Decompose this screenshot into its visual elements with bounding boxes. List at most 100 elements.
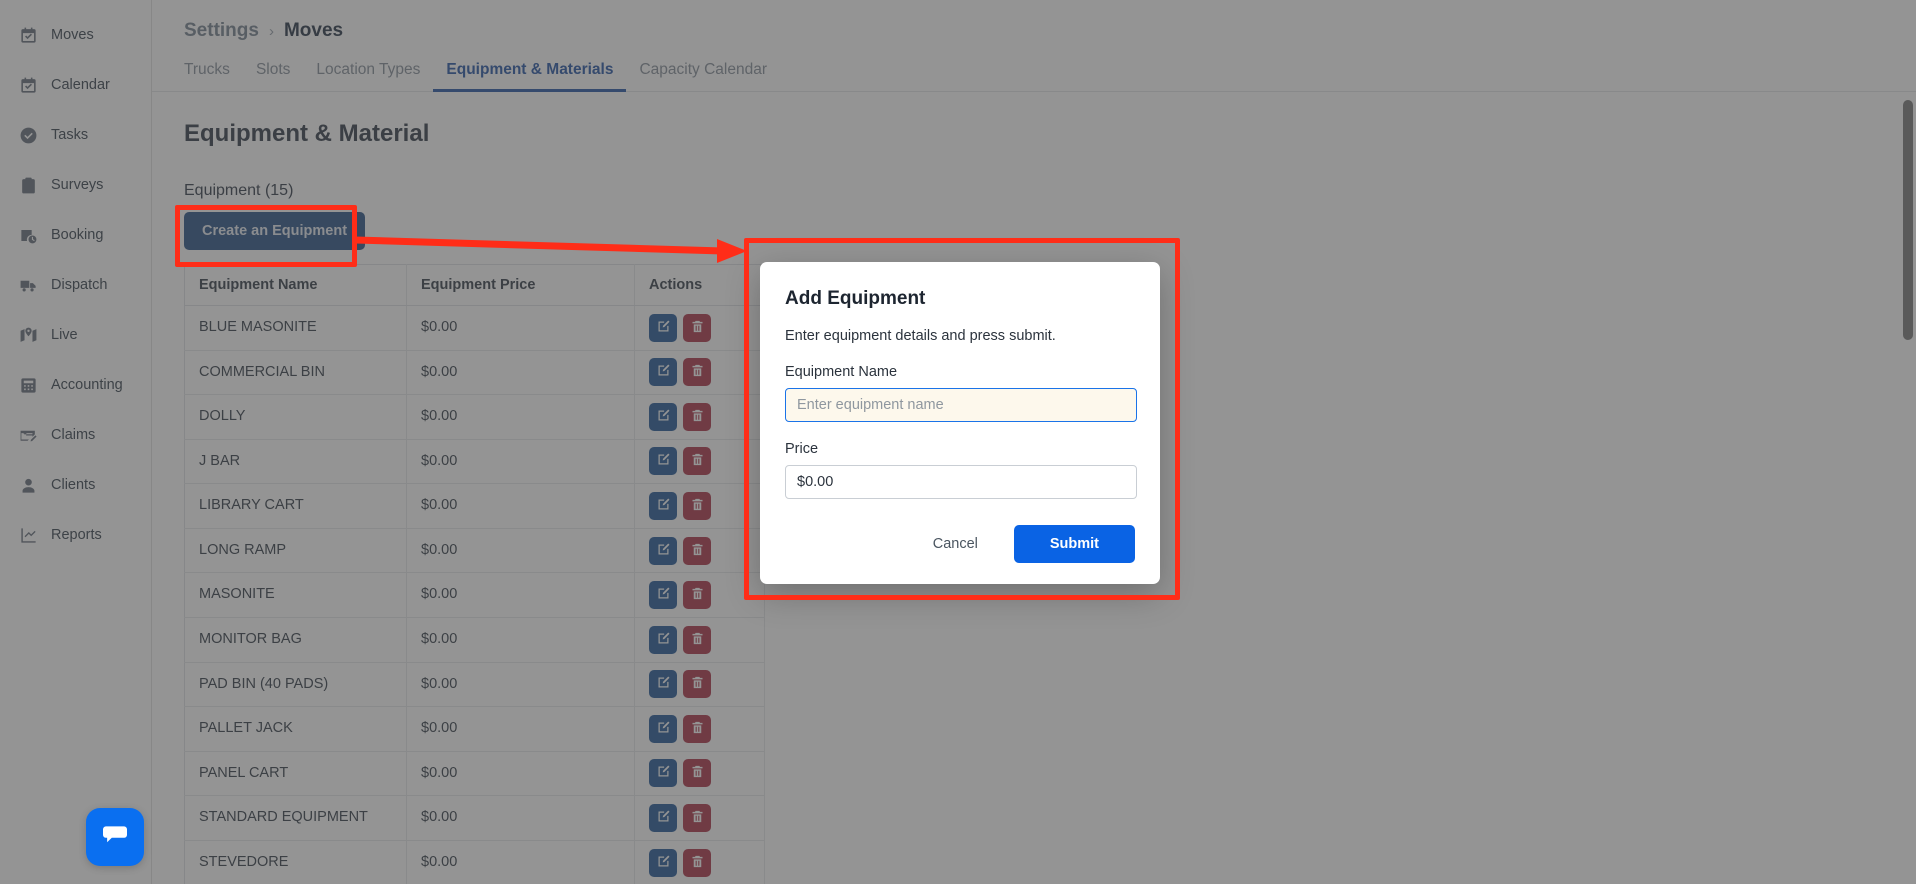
page-scrollbar[interactable] xyxy=(1902,92,1914,884)
cell-equipment-price: $0.00 xyxy=(406,572,635,618)
chevron-right-icon: › xyxy=(268,22,274,40)
cell-equipment-price: $0.00 xyxy=(406,439,635,485)
trash-icon xyxy=(690,363,705,381)
edit-icon xyxy=(656,497,671,515)
tab-location-types[interactable]: Location Types xyxy=(303,61,433,92)
sidebar-item-label: Reports xyxy=(51,527,102,543)
edit-row-button[interactable] xyxy=(649,536,677,565)
sidebar-item-label: Booking xyxy=(51,227,104,243)
cell-equipment-price: $0.00 xyxy=(406,394,635,440)
cell-actions xyxy=(634,662,765,708)
edit-row-button[interactable] xyxy=(649,625,677,654)
sidebar-item-label: Live xyxy=(51,327,78,343)
submit-button[interactable]: Submit xyxy=(1013,525,1135,563)
edit-icon xyxy=(656,720,671,738)
trash-icon xyxy=(690,497,705,515)
sidebar-item-reports[interactable]: Reports xyxy=(0,510,151,560)
delete-row-button[interactable] xyxy=(683,581,711,610)
edit-row-button[interactable] xyxy=(649,803,677,832)
edit-row-button[interactable] xyxy=(649,670,677,699)
table-row: LONG RAMP $0.00 xyxy=(184,528,765,574)
cell-equipment-price: $0.00 xyxy=(406,751,635,797)
cell-equipment-name: STANDARD EQUIPMENT xyxy=(184,795,407,841)
trash-icon xyxy=(690,809,705,827)
truck-icon xyxy=(18,275,39,296)
sidebar-item-label: Dispatch xyxy=(51,277,108,293)
chart-line-icon xyxy=(18,525,39,546)
cancel-button[interactable]: Cancel xyxy=(911,526,1000,562)
delete-row-button[interactable] xyxy=(683,492,711,521)
cell-actions xyxy=(634,617,765,663)
cell-actions xyxy=(634,795,765,841)
sidebar-item-surveys[interactable]: Surveys xyxy=(0,160,151,210)
sidebar-item-accounting[interactable]: Accounting xyxy=(0,360,151,410)
trash-icon xyxy=(690,319,705,337)
trash-icon xyxy=(690,675,705,693)
price-label: Price xyxy=(785,441,819,457)
tab-equipment-materials[interactable]: Equipment & Materials xyxy=(433,61,627,92)
sidebar-item-label: Calendar xyxy=(51,77,110,93)
tab-slots[interactable]: Slots xyxy=(243,61,303,92)
page-title: Equipment & Material xyxy=(184,120,430,147)
edit-icon xyxy=(656,319,671,337)
sidebar-item-calendar[interactable]: Calendar xyxy=(0,60,151,110)
chat-launcher-button[interactable] xyxy=(86,808,144,866)
sidebar-item-dispatch[interactable]: Dispatch xyxy=(0,260,151,310)
delete-row-button[interactable] xyxy=(683,803,711,832)
cell-actions xyxy=(634,840,765,884)
edit-row-button[interactable] xyxy=(649,848,677,877)
table-row: BLUE MASONITE $0.00 xyxy=(184,305,765,351)
delete-row-button[interactable] xyxy=(683,625,711,654)
sidebar-item-booking[interactable]: Booking xyxy=(0,210,151,260)
edit-row-button[interactable] xyxy=(649,492,677,521)
cell-equipment-name: PAD BIN (40 PADS) xyxy=(184,662,407,708)
trash-icon xyxy=(690,452,705,470)
edit-icon xyxy=(656,542,671,560)
table-row: MASONITE $0.00 xyxy=(184,572,765,618)
price-input[interactable] xyxy=(785,465,1137,499)
sidebar-item-claims[interactable]: Claims xyxy=(0,410,151,460)
scrollbar-thumb[interactable] xyxy=(1903,100,1913,340)
receipt-edit-icon xyxy=(18,425,39,446)
cell-equipment-price: $0.00 xyxy=(406,483,635,529)
delete-row-button[interactable] xyxy=(683,848,711,877)
edit-row-button[interactable] xyxy=(649,358,677,387)
sidebar-item-label: Claims xyxy=(51,427,96,443)
delete-row-button[interactable] xyxy=(683,358,711,387)
edit-row-button[interactable] xyxy=(649,447,677,476)
sidebar-item-tasks[interactable]: Tasks xyxy=(0,110,151,160)
dialog-actions: Cancel Submit xyxy=(785,525,1135,563)
sidebar-item-moves[interactable]: Moves xyxy=(0,10,151,60)
delete-row-button[interactable] xyxy=(683,714,711,743)
equipment-name-input[interactable] xyxy=(785,388,1137,422)
cell-equipment-name: BLUE MASONITE xyxy=(184,305,407,351)
edit-icon xyxy=(656,675,671,693)
tab-capacity-calendar[interactable]: Capacity Calendar xyxy=(626,61,780,92)
trash-icon xyxy=(690,586,705,604)
cell-equipment-name: LIBRARY CART xyxy=(184,483,407,529)
delete-row-button[interactable] xyxy=(683,313,711,342)
calendar-check-icon xyxy=(18,25,39,46)
equipment-name-label: Equipment Name xyxy=(785,364,898,380)
cell-actions xyxy=(634,751,765,797)
delete-row-button[interactable] xyxy=(683,447,711,476)
edit-row-button[interactable] xyxy=(649,714,677,743)
delete-row-button[interactable] xyxy=(683,759,711,788)
breadcrumb-settings[interactable]: Settings xyxy=(184,20,259,42)
edit-icon xyxy=(656,452,671,470)
check-circle-icon xyxy=(18,125,39,146)
trash-icon xyxy=(690,854,705,872)
cell-actions xyxy=(634,350,765,396)
tab-trucks[interactable]: Trucks xyxy=(184,61,243,92)
delete-row-button[interactable] xyxy=(683,536,711,565)
sidebar-item-clients[interactable]: Clients xyxy=(0,460,151,510)
edit-row-button[interactable] xyxy=(649,313,677,342)
edit-row-button[interactable] xyxy=(649,759,677,788)
breadcrumb: Settings › Moves xyxy=(152,14,1916,48)
delete-row-button[interactable] xyxy=(683,670,711,699)
delete-row-button[interactable] xyxy=(683,402,711,431)
create-an-equipment-button[interactable]: Create an Equipment xyxy=(184,212,366,250)
edit-row-button[interactable] xyxy=(649,402,677,431)
edit-row-button[interactable] xyxy=(649,581,677,610)
sidebar-item-live[interactable]: Live xyxy=(0,310,151,360)
